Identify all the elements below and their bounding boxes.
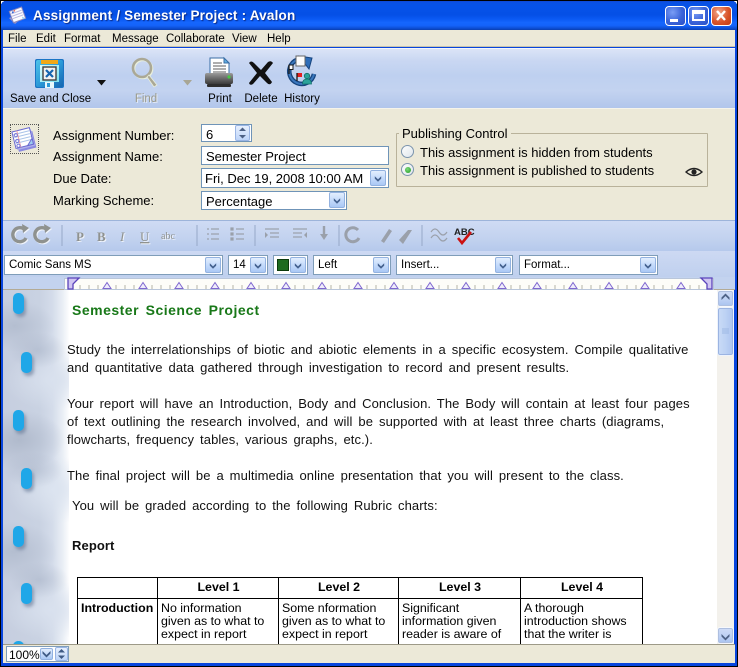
svg-text:B: B (97, 229, 106, 244)
svg-text:abc: abc (161, 231, 175, 242)
svg-text:I: I (119, 229, 125, 244)
svg-text:ABC: ABC (454, 227, 475, 238)
svg-text:P: P (76, 229, 84, 244)
svg-text:U: U (140, 229, 150, 244)
